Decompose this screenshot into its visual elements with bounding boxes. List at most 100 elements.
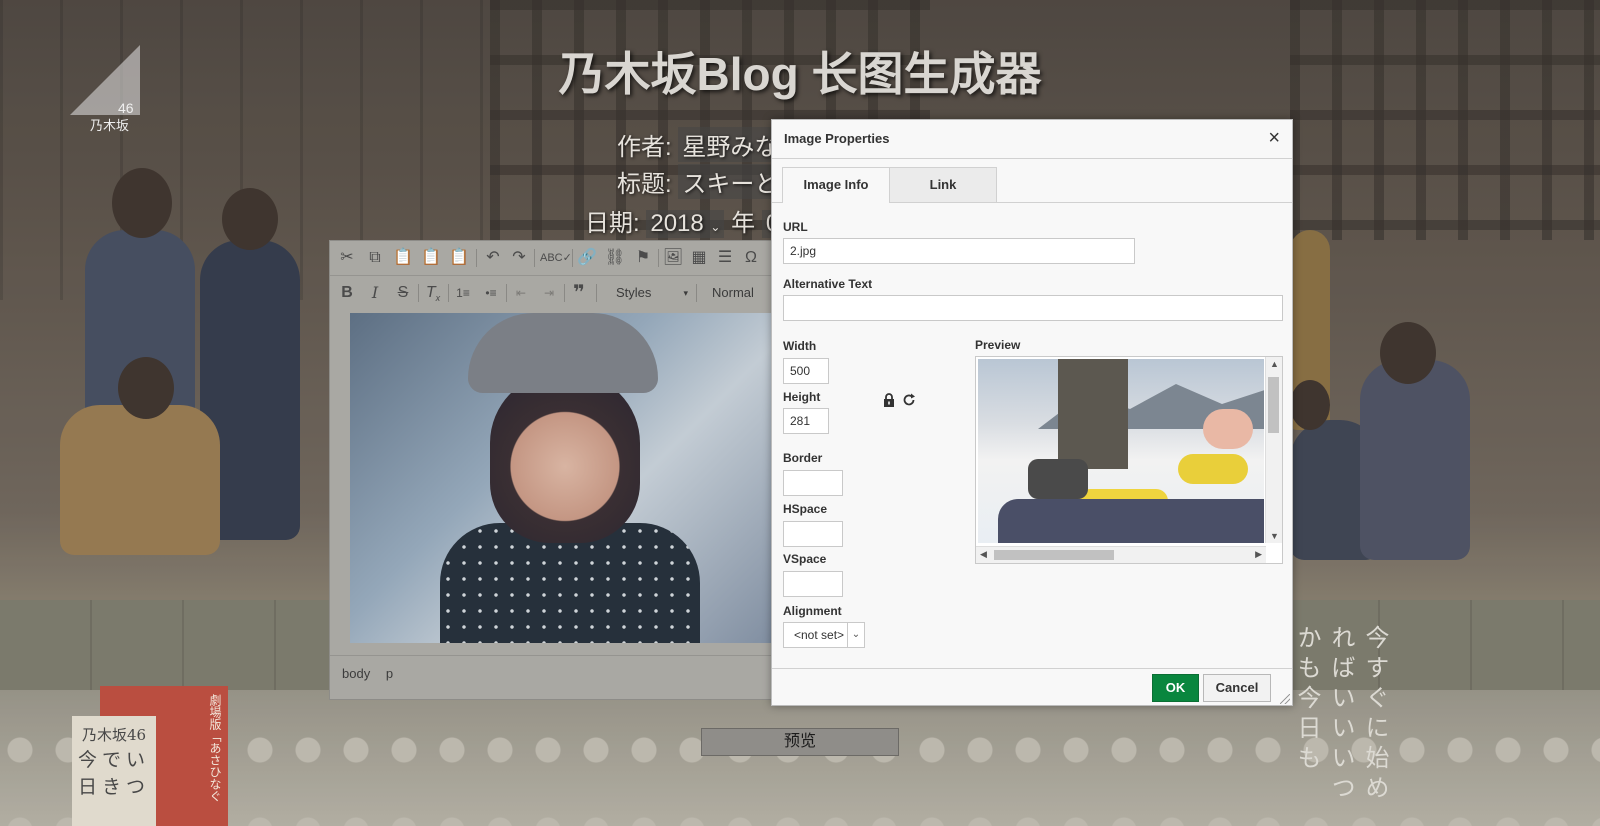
title-row: 标题: スキーと: [617, 164, 783, 199]
copy-icon[interactable]: ⧉: [364, 247, 386, 269]
chevron-down-icon: ⌄: [847, 623, 864, 647]
page-title: 乃木坂Blog 长图生成器: [558, 48, 1042, 100]
reset-size-icon[interactable]: [902, 393, 916, 407]
ok-button[interactable]: OK: [1152, 674, 1199, 702]
scrollbar-thumb[interactable]: [1268, 377, 1279, 433]
alignment-label: Alignment: [783, 604, 842, 618]
paste-icon[interactable]: 📋: [392, 247, 414, 269]
status-path-p[interactable]: p: [386, 666, 393, 681]
remove-format-icon[interactable]: Tx: [422, 282, 444, 304]
hspace-input[interactable]: [783, 521, 843, 547]
tab-link[interactable]: Link: [889, 167, 997, 202]
toolbar-separator: [596, 284, 597, 302]
undo-icon[interactable]: ↶: [482, 247, 504, 269]
border-input[interactable]: [783, 470, 843, 496]
spellcheck-icon[interactable]: ABC✓: [540, 247, 572, 269]
toolbar-separator: [418, 284, 419, 302]
year-unit: 年: [731, 210, 756, 237]
editor-status-bar: body p: [330, 655, 780, 692]
toolbar-separator: [506, 284, 507, 302]
bulleted-list-icon[interactable]: •≡: [480, 282, 502, 304]
scroll-left-icon[interactable]: ◀: [980, 549, 987, 560]
border-label: Border: [783, 451, 823, 465]
preview-legs: [1058, 359, 1128, 469]
year-value: 2018: [650, 210, 704, 237]
scroll-right-icon[interactable]: ▶: [1255, 549, 1262, 560]
preview-boot: [1028, 459, 1088, 499]
url-input[interactable]: [783, 238, 1135, 264]
lock-ratio-icon[interactable]: [882, 393, 896, 407]
width-label: Width: [783, 339, 817, 353]
status-path-body[interactable]: body: [342, 666, 370, 681]
paste-word-icon[interactable]: 📋: [448, 247, 470, 269]
year-select[interactable]: 2018 ⌄: [646, 210, 725, 238]
preview-sled: [1178, 454, 1248, 484]
numbered-list-icon[interactable]: 1≡: [452, 282, 474, 304]
photo-face: [490, 373, 640, 543]
preview-pants: [998, 499, 1264, 543]
image-icon[interactable]: 🖼: [662, 247, 684, 269]
redo-icon[interactable]: ↷: [508, 247, 530, 269]
tab-image-info[interactable]: Image Info: [782, 167, 890, 203]
height-input[interactable]: [783, 408, 829, 434]
alignment-value: <not set>: [794, 628, 845, 642]
cancel-button[interactable]: Cancel: [1203, 674, 1271, 702]
hspace-label: HSpace: [783, 502, 828, 516]
caret-down-icon: ▾: [683, 288, 688, 298]
author-input[interactable]: 星野みな: [678, 127, 783, 162]
vspace-input[interactable]: [783, 571, 843, 597]
cut-icon[interactable]: ✂: [336, 247, 358, 269]
editor-content-image[interactable]: [350, 313, 780, 643]
author-label: 作者:: [617, 134, 672, 161]
preview-horizontal-scrollbar[interactable]: ◀ ▶: [976, 546, 1266, 563]
paste-text-icon[interactable]: 📋: [420, 247, 442, 269]
alt-text-input[interactable]: [783, 295, 1283, 321]
toolbar-separator: [658, 249, 659, 267]
outdent-icon[interactable]: ⇤: [510, 282, 532, 304]
dialog-title: Image Properties: [784, 131, 890, 146]
photo-helmet: [468, 313, 658, 393]
table-icon[interactable]: ▦: [688, 247, 710, 269]
special-char-icon[interactable]: Ω: [740, 247, 762, 269]
styles-label: Styles: [616, 285, 652, 300]
scroll-down-icon[interactable]: ▼: [1270, 531, 1279, 541]
dialog-header[interactable]: Image Properties ×: [772, 120, 1292, 159]
toolbar-separator: [448, 284, 449, 302]
link-icon[interactable]: 🔗: [576, 247, 598, 269]
preview-hand: [1203, 409, 1253, 449]
date-row: 日期: 2018 ⌄ 年 0: [585, 203, 784, 238]
italic-icon[interactable]: I: [364, 282, 386, 304]
strikethrough-icon[interactable]: S: [392, 282, 414, 304]
preview-image: [978, 359, 1264, 543]
horizontal-rule-icon[interactable]: ☰: [714, 247, 736, 269]
preview-vertical-scrollbar[interactable]: ▲ ▼: [1265, 357, 1282, 543]
anchor-flag-icon[interactable]: ⚑: [632, 247, 654, 269]
format-label: Normal: [712, 285, 754, 300]
preview-button[interactable]: 预览: [701, 728, 899, 756]
dialog-footer: OK Cancel: [772, 668, 1292, 706]
format-dropdown[interactable]: Normal: [702, 282, 772, 304]
toolbar-separator: [564, 284, 565, 302]
blockquote-icon[interactable]: ❞: [568, 282, 590, 304]
close-icon[interactable]: ×: [1268, 127, 1280, 149]
alt-text-label: Alternative Text: [783, 277, 873, 291]
title-label: 标题:: [617, 171, 672, 198]
resize-handle-icon[interactable]: [1280, 694, 1290, 704]
alignment-select[interactable]: <not set> ⌄: [783, 622, 865, 648]
unlink-icon[interactable]: ⛓: [604, 247, 626, 269]
styles-dropdown[interactable]: Styles ▾: [602, 282, 692, 304]
scroll-up-icon[interactable]: ▲: [1270, 359, 1279, 369]
toolbar-separator: [572, 249, 573, 267]
scrollbar-thumb[interactable]: [994, 550, 1114, 560]
width-input[interactable]: [783, 358, 829, 384]
title-input[interactable]: スキーと: [678, 164, 783, 199]
height-label: Height: [783, 390, 821, 404]
image-properties-dialog: Image Properties × Image Info Link URL A…: [771, 119, 1293, 706]
bold-icon[interactable]: B: [336, 282, 358, 304]
image-preview-box[interactable]: ▲ ▼ ◀ ▶: [975, 356, 1283, 564]
editor-toolbar-row-1: ✂ ⧉ 📋 📋 📋 ↶ ↷ ABC✓ 🔗 ⛓ ⚑ 🖼 ▦ ☰ Ω: [330, 241, 780, 275]
indent-icon[interactable]: ⇥: [538, 282, 560, 304]
editor-toolbar-row-2: B I S Tx 1≡ •≡ ⇤ ⇥ ❞ Styles ▾ Normal: [330, 275, 780, 310]
date-label: 日期:: [585, 210, 640, 237]
vspace-label: VSpace: [783, 552, 827, 566]
